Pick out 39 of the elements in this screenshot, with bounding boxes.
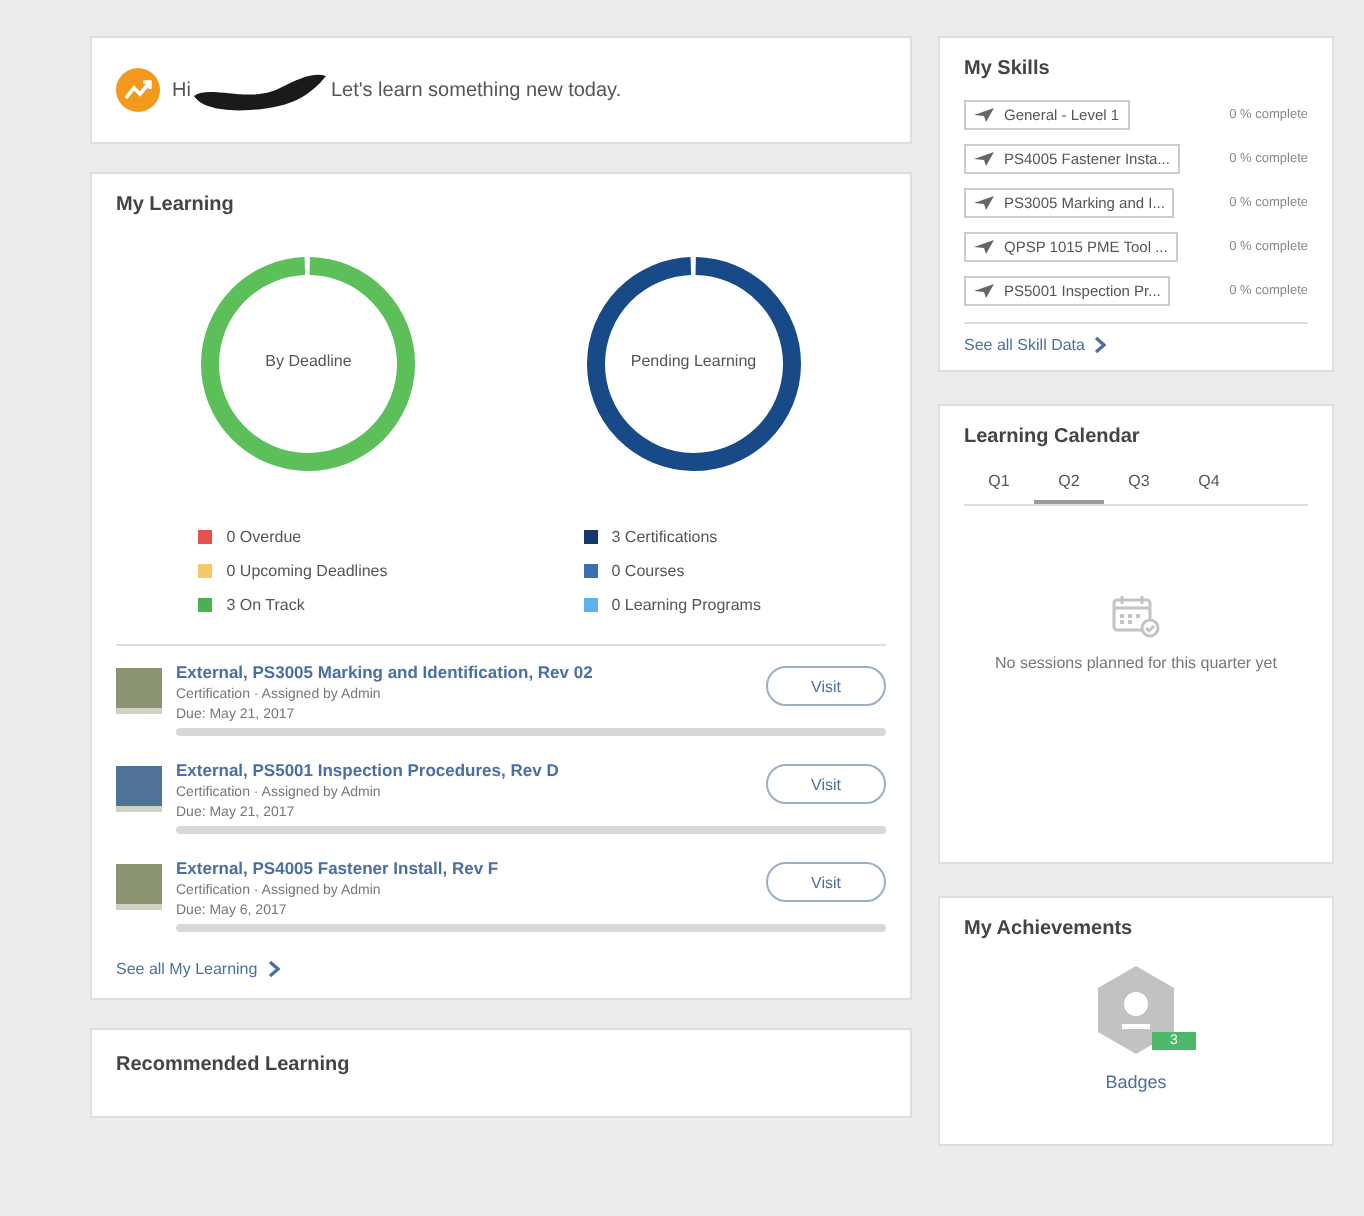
visit-button[interactable]: Visit bbox=[766, 666, 886, 706]
paper-plane-icon bbox=[974, 152, 994, 166]
legend-label: 0 Overdue bbox=[226, 528, 302, 546]
quarter-tab[interactable]: Q3 bbox=[1104, 472, 1174, 504]
chevron-right-icon bbox=[1094, 336, 1107, 354]
calendar-icon bbox=[1112, 594, 1160, 638]
legend-label: 3 On Track bbox=[226, 596, 305, 614]
paper-plane-icon bbox=[974, 196, 994, 210]
card-title: My Skills bbox=[964, 58, 1052, 80]
see-all-link[interactable]: See all My Learning bbox=[116, 960, 258, 978]
greeting-text: Hi bbox=[172, 79, 191, 101]
greeting-text: Let's learn something new today. bbox=[330, 79, 622, 101]
card-title: Recommended Learning bbox=[116, 1054, 352, 1076]
empty-message: No sessions planned for this quarter yet bbox=[995, 654, 1277, 672]
card-title: My Learning bbox=[116, 194, 236, 216]
legend-label: 0 Courses bbox=[611, 562, 685, 580]
course-title-link[interactable]: External, PS3005 Marking and Identification, Rev 02 bbox=[176, 662, 593, 682]
chevron-right-icon bbox=[267, 960, 280, 978]
quarter-tab[interactable]: Q4 bbox=[1174, 472, 1244, 504]
quarter-tab[interactable]: Q2 bbox=[1034, 472, 1104, 504]
visit-button[interactable]: Visit bbox=[766, 764, 886, 804]
legend-label: 0 Learning Programs bbox=[611, 596, 761, 614]
legend-label: 0 Upcoming Deadlines bbox=[226, 562, 388, 580]
quarter-tab[interactable]: Q1 bbox=[964, 472, 1034, 504]
card-title: Learning Calendar bbox=[964, 426, 1142, 448]
donut-label: Pending Learning bbox=[628, 352, 759, 370]
see-all-link[interactable]: See all Skill Data bbox=[964, 336, 1085, 354]
course-title-link[interactable]: External, PS4005 Fastener Install, Rev F bbox=[176, 858, 499, 878]
badge-icon bbox=[1096, 964, 1176, 1056]
visit-button[interactable]: Visit bbox=[766, 862, 886, 902]
legend-label: 3 Certifications bbox=[611, 528, 718, 546]
donut-label: By Deadline bbox=[263, 352, 354, 370]
paper-plane-icon bbox=[974, 284, 994, 298]
course-title-link[interactable]: External, PS5001 Inspection Procedures, Rev D bbox=[176, 760, 559, 780]
paper-plane-icon bbox=[974, 240, 994, 254]
badges-link[interactable]: Badges bbox=[1105, 1072, 1167, 1092]
card-title: My Achievements bbox=[964, 918, 1133, 940]
paper-plane-icon bbox=[974, 108, 994, 122]
trend-icon bbox=[116, 68, 160, 112]
